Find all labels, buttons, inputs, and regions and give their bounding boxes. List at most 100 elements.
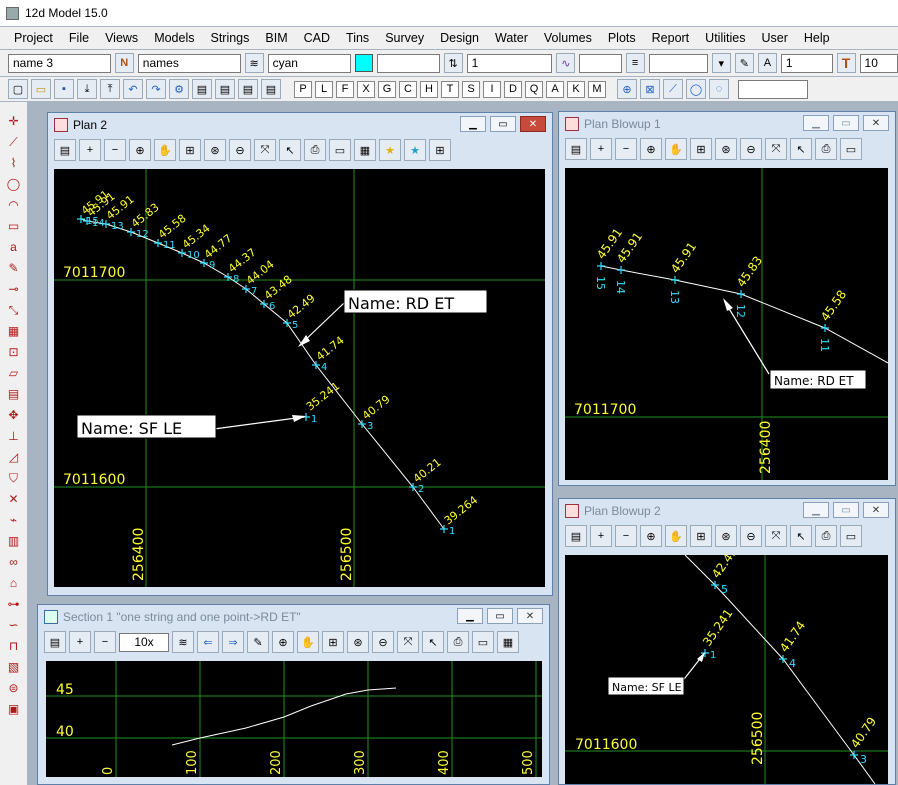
arrow-right-icon[interactable]: ⇒ — [222, 631, 244, 653]
pick-tool-icon[interactable]: ⤧ — [397, 631, 419, 653]
menu-cad[interactable]: CAD — [296, 31, 338, 45]
pan-hand-icon[interactable]: ✋ — [665, 138, 687, 160]
snap-x-button[interactable]: X — [357, 80, 375, 98]
weight-field[interactable]: 1 — [466, 53, 553, 73]
menu-views[interactable]: Views — [97, 31, 146, 45]
section-titlebar[interactable]: Section 1 "one string and one point->RD … — [38, 605, 549, 629]
snap-c-button[interactable]: C — [399, 80, 417, 98]
trailing-field[interactable]: 10 — [859, 53, 898, 73]
pattern-field[interactable] — [579, 53, 622, 73]
zoom-out-icon[interactable]: ⊖ — [372, 631, 394, 653]
snap-m-button[interactable]: M — [588, 80, 606, 98]
menu-design[interactable]: Design — [432, 31, 487, 45]
cursor-icon[interactable]: ↖ — [279, 139, 301, 161]
menu-strings[interactable]: Strings — [202, 31, 257, 45]
menu-tins[interactable]: Tins — [338, 31, 377, 45]
print-icon[interactable]: ⎙ — [447, 631, 469, 653]
remove-model-icon[interactable]: − — [615, 525, 637, 547]
circle-tool-icon[interactable]: ◯ — [5, 175, 23, 193]
pan-hand-icon[interactable]: ✋ — [154, 139, 176, 161]
snap-curve-icon[interactable]: ◌ — [709, 79, 729, 99]
names-field[interactable]: names — [137, 53, 241, 73]
pick-tool-icon[interactable]: ⤧ — [765, 525, 787, 547]
linestyle-field[interactable] — [376, 53, 440, 73]
menu-user[interactable]: User — [753, 31, 795, 45]
blowup2-canvas[interactable]: 7011600 256500 5 42.49 4 41.74 3 40.79 1 35.241 Na… — [565, 555, 888, 784]
snap-f-button[interactable]: F — [336, 80, 354, 98]
gear-icon[interactable]: ⚙ — [169, 79, 189, 99]
table-tool-icon[interactable]: ▦ — [5, 322, 23, 340]
snap-g-button[interactable]: G — [378, 80, 396, 98]
menu-water[interactable]: Water — [487, 31, 536, 45]
snap-l-button[interactable]: L — [315, 80, 333, 98]
survey-tool-icon[interactable]: ⌁ — [5, 511, 23, 529]
snap-h-button[interactable]: H — [420, 80, 438, 98]
pan-hand-icon[interactable]: ✋ — [297, 631, 319, 653]
blowup1-canvas[interactable]: 7011700 256400 15 45.91 14 45.91 13 45.91 12 45.8… — [565, 168, 888, 480]
name-field[interactable]: name 3 — [8, 53, 111, 73]
zoom-tool-icon[interactable]: ⊡ — [5, 343, 23, 361]
minimize-button[interactable]: ▁ — [457, 608, 483, 624]
measure-tool-icon[interactable]: ⊥ — [5, 427, 23, 445]
add-model-icon[interactable]: + — [590, 138, 612, 160]
close-button[interactable]: ✕ — [520, 116, 546, 132]
water-tool-icon[interactable]: ⊶ — [5, 595, 23, 613]
colour-field[interactable]: cyan — [267, 53, 352, 73]
print-icon[interactable]: ⎙ — [304, 139, 326, 161]
open-folder-icon[interactable]: ▭ — [31, 79, 51, 99]
colour-swatch[interactable] — [355, 54, 373, 72]
zoom-extent-icon[interactable]: ⊛ — [347, 631, 369, 653]
pick-tool-icon[interactable]: ⤧ — [765, 138, 787, 160]
view-menu-icon[interactable]: ▤ — [565, 138, 587, 160]
maximize-button[interactable]: ▭ — [490, 116, 516, 132]
pan-hand-icon[interactable]: ✋ — [665, 525, 687, 547]
zoom-extent-icon[interactable]: ⊛ — [204, 139, 226, 161]
plan2-canvas[interactable]: 7011700 7011600 256400 256500 15 45.91 14 45.91… — [54, 169, 545, 587]
folder-view-icon[interactable]: ▤ — [192, 79, 212, 99]
layer-tool-icon[interactable]: ▤ — [5, 385, 23, 403]
zoom-in-icon[interactable]: ⊕ — [129, 139, 151, 161]
cursor-icon[interactable]: ↖ — [422, 631, 444, 653]
snap-k-button[interactable]: K — [567, 80, 585, 98]
plan2-titlebar[interactable]: Plan 2 ▁ ▭ ✕ — [48, 113, 552, 137]
grid-icon[interactable]: ▦ — [354, 139, 376, 161]
snap-p-button[interactable]: P — [294, 80, 312, 98]
rectangle-tool-icon[interactable]: ▭ — [5, 217, 23, 235]
import-icon[interactable]: ⤓ — [77, 79, 97, 99]
zoom-window-icon[interactable]: ⊞ — [322, 631, 344, 653]
remove-model-icon[interactable]: − — [615, 138, 637, 160]
pick-tool-icon[interactable]: ⤧ — [254, 139, 276, 161]
cursor-icon[interactable]: ↖ — [790, 138, 812, 160]
wave-icon[interactable]: ∿ — [556, 53, 576, 73]
zoom-extent-icon[interactable]: ⊛ — [715, 138, 737, 160]
star-blue-icon[interactable]: ★ — [404, 139, 426, 161]
zoom-window-icon[interactable]: ⊞ — [179, 139, 201, 161]
minimize-button[interactable]: ▁ — [803, 502, 829, 518]
snap-a-button[interactable]: A — [546, 80, 564, 98]
shield-tool-icon[interactable]: ⛉ — [5, 469, 23, 487]
view-menu-icon[interactable]: ▤ — [565, 525, 587, 547]
blowup2-titlebar[interactable]: Plan Blowup 2 ▁ ▭ ✕ — [559, 499, 895, 523]
maximize-button[interactable]: ▭ — [833, 115, 859, 131]
maximize-button[interactable]: ▭ — [487, 608, 513, 624]
polyline-tool-icon[interactable]: ⌇ — [5, 154, 23, 172]
design-tool-icon[interactable]: ⌂ — [5, 574, 23, 592]
profile-tool-icon[interactable]: ▥ — [5, 532, 23, 550]
add-model-icon[interactable]: + — [79, 139, 101, 161]
menu-models[interactable]: Models — [146, 31, 202, 45]
snap-d-button[interactable]: D — [504, 80, 522, 98]
menu-volumes[interactable]: Volumes — [536, 31, 600, 45]
clean-icon[interactable]: ▭ — [472, 631, 494, 653]
maximize-button[interactable]: ▭ — [833, 502, 859, 518]
snap-point-icon[interactable]: ⊕ — [617, 79, 637, 99]
zoom-window-icon[interactable]: ⊞ — [690, 525, 712, 547]
new-file-icon[interactable]: ▢ — [8, 79, 28, 99]
remove-model-icon[interactable]: − — [94, 631, 116, 653]
zoom-in-icon[interactable]: ⊕ — [640, 525, 662, 547]
snap-i-button[interactable]: I — [483, 80, 501, 98]
edit-tool-icon[interactable]: ⤡ — [5, 301, 23, 319]
snap-circle-icon[interactable]: ◯ — [686, 79, 706, 99]
pipe-tool-icon[interactable]: ⊜ — [5, 679, 23, 697]
pen-tool-icon[interactable]: ✎ — [5, 259, 23, 277]
line-style-dropdown[interactable] — [648, 53, 708, 73]
